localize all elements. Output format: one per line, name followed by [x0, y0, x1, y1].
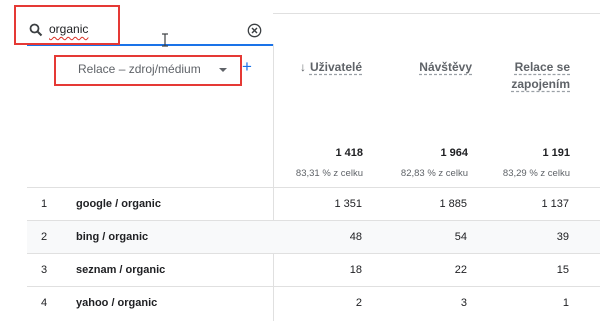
column-header-users-label: Uživatelé	[309, 60, 362, 74]
row-engaged: 15	[556, 264, 569, 276]
row-source-medium: yahoo / organic	[76, 297, 158, 309]
column-header-engaged-line2: zapojením	[511, 77, 570, 91]
row-source-medium: seznam / organic	[76, 264, 166, 276]
highlight-search	[14, 5, 120, 45]
row-index: 1	[41, 198, 48, 210]
column-header-visits-label: Návštěvy	[419, 60, 472, 74]
row-visits: 1 885	[439, 198, 467, 210]
column-header-engaged-sessions[interactable]: Relace se zapojením	[511, 59, 570, 93]
add-dimension-button[interactable]: +	[242, 58, 252, 75]
total-visits-percent: 82,83 % z celku	[400, 168, 468, 179]
table-row[interactable]: 1 google / organic 1 351 1 885 1 137	[27, 188, 600, 220]
row-index: 2	[41, 231, 48, 243]
column-header-engaged-line1: Relace se	[514, 60, 570, 74]
table-row[interactable]: 2 bing / organic 48 54 39	[27, 221, 600, 253]
total-users: 1 418	[335, 147, 363, 159]
text-cursor-icon	[162, 33, 168, 47]
sort-arrow-icon: ↓	[299, 60, 306, 74]
row-users: 2	[355, 297, 362, 309]
row-users: 48	[349, 231, 362, 243]
column-header-visits[interactable]: Návštěvy	[419, 59, 472, 76]
highlight-dimension	[54, 55, 242, 86]
row-engaged: 39	[556, 231, 569, 243]
row-engaged: 1 137	[541, 198, 569, 210]
column-header-users[interactable]: ↓ Uživatelé	[300, 59, 362, 76]
total-visits: 1 964	[440, 147, 468, 159]
top-divider	[273, 13, 600, 14]
row-users: 18	[349, 264, 362, 276]
row-users: 1 351	[334, 198, 362, 210]
row-engaged: 1	[562, 297, 569, 309]
table-row[interactable]: 3 seznam / organic 18 22 15	[27, 254, 600, 286]
total-engaged-percent: 83,29 % z celku	[502, 168, 570, 179]
row-source-medium: google / organic	[76, 198, 161, 210]
row-index: 3	[41, 264, 48, 276]
row-index: 4	[41, 297, 48, 309]
row-source-medium: bing / organic	[76, 231, 149, 243]
row-visits: 22	[454, 264, 467, 276]
row-visits: 54	[454, 231, 467, 243]
table-row[interactable]: 4 yahoo / organic 2 3 1	[27, 287, 600, 321]
row-visits: 3	[460, 297, 467, 309]
total-users-percent: 83,31 % z celku	[295, 168, 363, 179]
clear-circle-icon[interactable]	[247, 23, 262, 38]
total-engaged: 1 191	[542, 147, 570, 159]
